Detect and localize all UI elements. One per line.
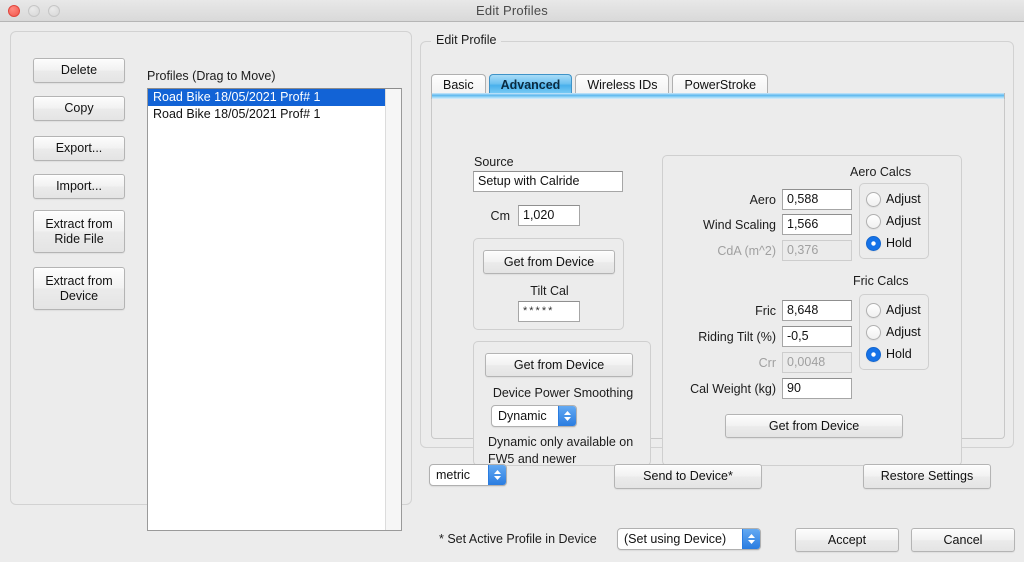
extract-device-line2: Device: [59, 288, 99, 303]
updown-arrows-icon: [558, 406, 576, 426]
cal-weight-field[interactable]: 90: [782, 378, 852, 399]
profiles-listbox[interactable]: Road Bike 18/05/2021 Prof# 1 Road Bike 1…: [147, 88, 402, 531]
advanced-tab-page: Source Setup with Calride Cm 1,020 Get f…: [431, 99, 1005, 466]
fric-adjust-radio-row-2[interactable]: Adjust: [866, 321, 922, 343]
edit-profile-panel: Edit Profile Basic Advanced Wireless IDs…: [420, 33, 1014, 466]
extract-device-line1: Extract from: [45, 274, 113, 289]
crr-label: Crr: [758, 355, 776, 370]
crr-field: 0,0048: [782, 352, 852, 373]
edit-profile-legend: Edit Profile: [431, 33, 502, 47]
power-smoothing-select[interactable]: Dynamic: [491, 405, 577, 427]
updown-arrows-icon: [488, 465, 506, 485]
radio-selected-icon[interactable]: [866, 235, 881, 251]
updown-arrows-icon: [742, 529, 760, 549]
radio-unselected-icon[interactable]: [866, 213, 881, 229]
active-profile-note: * Set Active Profile in Device: [439, 532, 597, 546]
tilt-get-from-device-button[interactable]: Get from Device: [483, 250, 615, 274]
device-power-smoothing-label: Device Power Smoothing: [492, 385, 634, 400]
aero-field[interactable]: 0,588: [782, 189, 852, 210]
aero-adjust-radio-row-2[interactable]: Adjust: [866, 210, 922, 232]
tilt-cal-field[interactable]: *****: [518, 301, 580, 322]
tab-powerstroke[interactable]: PowerStroke: [672, 74, 769, 94]
wind-scaling-field[interactable]: 1,566: [782, 214, 852, 235]
profiles-panel: Delete Copy Export... Import... Extract …: [10, 31, 412, 531]
restore-settings-button[interactable]: Restore Settings: [863, 464, 991, 489]
fric-radio-label-3: Hold: [886, 347, 912, 361]
profiles-list-label: Profiles (Drag to Move): [147, 69, 276, 83]
window-titlebar: Edit Profiles: [0, 0, 1024, 22]
aero-calcs-radio-group[interactable]: Adjust Adjust Hold: [859, 183, 929, 259]
riding-tilt-label: Riding Tilt (%): [698, 329, 776, 344]
units-select[interactable]: metric: [429, 464, 507, 486]
import-button[interactable]: Import...: [33, 174, 125, 199]
fric-field[interactable]: 8,648: [782, 300, 852, 321]
units-value: metric: [436, 468, 471, 482]
tilt-cal-label: Tilt Cal: [530, 283, 569, 298]
aero-radio-label-2: Adjust: [886, 214, 921, 228]
riding-tilt-field[interactable]: -0,5: [782, 326, 852, 347]
accept-button[interactable]: Accept: [795, 528, 899, 552]
fric-radio-label-1: Adjust: [886, 303, 921, 317]
radio-unselected-icon[interactable]: [866, 324, 881, 340]
list-item[interactable]: Road Bike 18/05/2021 Prof# 1: [148, 89, 401, 106]
export-button[interactable]: Export...: [33, 136, 125, 161]
extract-ride-file-line2: Ride File: [54, 231, 104, 246]
list-item[interactable]: Road Bike 18/05/2021 Prof# 1: [148, 106, 401, 123]
tab-basic[interactable]: Basic: [431, 74, 486, 94]
source-label: Source: [474, 154, 514, 169]
cm-field[interactable]: 1,020: [518, 205, 580, 226]
tilt-cal-frame: Get from Device Tilt Cal *****: [473, 238, 624, 330]
smoothing-get-from-device-button[interactable]: Get from Device: [485, 353, 633, 377]
cm-label: Cm: [490, 208, 510, 223]
radio-unselected-icon[interactable]: [866, 191, 881, 207]
fric-radio-label-2: Adjust: [886, 325, 921, 339]
window-title: Edit Profiles: [476, 3, 548, 18]
active-profile-value: (Set using Device): [624, 532, 727, 546]
tab-wireless-ids[interactable]: Wireless IDs: [575, 74, 670, 94]
active-profile-select[interactable]: (Set using Device): [617, 528, 761, 550]
delete-button[interactable]: Delete: [33, 58, 125, 83]
cancel-button[interactable]: Cancel: [911, 528, 1015, 552]
copy-button[interactable]: Copy: [33, 96, 125, 121]
aero-adjust-radio-row-1[interactable]: Adjust: [866, 188, 922, 210]
minimize-button-icon[interactable]: [28, 5, 40, 17]
radio-unselected-icon[interactable]: [866, 302, 881, 318]
cal-weight-label: Cal Weight (kg): [690, 381, 776, 396]
extract-ride-file-line1: Extract from: [45, 217, 113, 232]
cda-field: 0,376: [782, 240, 852, 261]
power-smoothing-frame: Get from Device Device Power Smoothing D…: [473, 341, 651, 466]
aero-calcs-title: Aero Calcs: [850, 165, 912, 179]
aero-hold-radio-row[interactable]: Hold: [866, 232, 922, 254]
calcs-get-from-device-button[interactable]: Get from Device: [725, 414, 903, 438]
zoom-button-icon[interactable]: [48, 5, 60, 17]
fric-calcs-title: Fric Calcs: [853, 274, 909, 288]
source-field[interactable]: Setup with Calride: [473, 171, 623, 192]
tab-advanced[interactable]: Advanced: [488, 74, 573, 94]
profile-tabs: Basic Advanced Wireless IDs PowerStroke: [431, 73, 771, 94]
traffic-lights: [8, 5, 60, 17]
aero-label: Aero: [749, 192, 776, 207]
send-to-device-button[interactable]: Send to Device*: [614, 464, 762, 489]
power-smoothing-value: Dynamic: [498, 409, 547, 423]
aero-radio-label-3: Hold: [886, 236, 912, 250]
cda-label: CdA (m^2): [717, 243, 776, 258]
fric-adjust-radio-row-1[interactable]: Adjust: [866, 299, 922, 321]
profiles-list-scrollbar[interactable]: [385, 89, 401, 530]
aero-radio-label-1: Adjust: [886, 192, 921, 206]
extract-from-device-button[interactable]: Extract from Device: [33, 267, 125, 310]
fric-calcs-radio-group[interactable]: Adjust Adjust Hold: [859, 294, 929, 370]
close-button-icon[interactable]: [8, 5, 20, 17]
fric-label: Fric: [755, 303, 776, 318]
calcs-frame: Aero Calcs Aero 0,588 Wind Scaling 1,566…: [662, 155, 962, 466]
extract-from-ride-file-button[interactable]: Extract from Ride File: [33, 210, 125, 253]
wind-scaling-label: Wind Scaling: [703, 217, 776, 232]
fric-hold-radio-row[interactable]: Hold: [866, 343, 922, 365]
radio-selected-icon[interactable]: [866, 346, 881, 362]
